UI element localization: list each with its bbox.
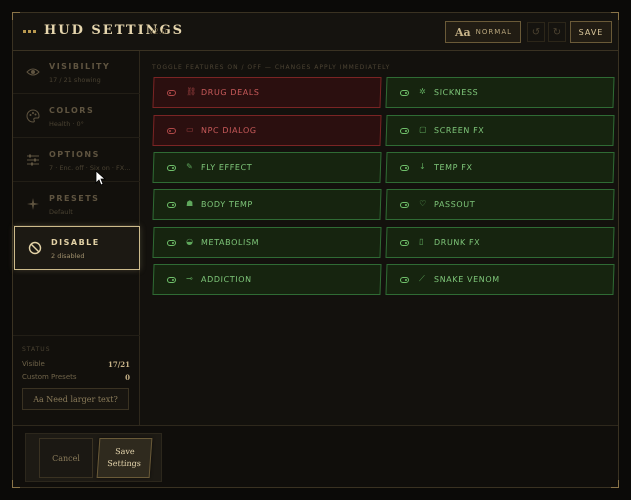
chat-icon: ▭ (185, 125, 194, 134)
sidebar-item-disable[interactable]: DISABLE 2 disabled (14, 226, 140, 270)
sidebar: VISIBILITY 17 / 21 showing COLORS Health… (13, 51, 140, 425)
larger-text-button[interactable]: Aa Need larger text? (22, 388, 129, 410)
sidebar-item-visibility[interactable]: VISIBILITY 17 / 21 showing (13, 51, 140, 94)
save-settings-line1: Save (114, 447, 136, 456)
sidebar-item-label: DISABLE (51, 238, 100, 247)
sidebar-item-label: PRESETS (49, 194, 100, 203)
feature-toggle-temp-fx[interactable]: ↓ TEMP FX (385, 152, 615, 183)
monitor-icon: ▢ (418, 125, 427, 134)
font-size-button[interactable]: Aa NORMAL (445, 21, 521, 43)
feature-label: NPC DIALOG (200, 126, 257, 135)
feather-icon: ✎ (185, 162, 193, 171)
feature-toggle-screen-fx[interactable]: ▢ SCREEN FX (385, 115, 615, 146)
sidebar-item-sub: 17 / 21 showing (49, 76, 101, 84)
sidebar-item-label: VISIBILITY (49, 62, 111, 71)
toggle-switch-icon (166, 165, 177, 171)
feature-label: SICKNESS (433, 88, 479, 97)
toggle-switch-icon (166, 277, 177, 283)
cancel-button[interactable]: Cancel (39, 438, 93, 478)
font-size-label: NORMAL (475, 28, 513, 36)
sidebar-item-label: OPTIONS (49, 150, 100, 159)
feature-toggle-drunk-fx[interactable]: ▯ DRUNK FX (385, 227, 615, 258)
save-settings-button[interactable]: Save Settings (96, 438, 153, 478)
thermometer-icon: ↓ (418, 162, 426, 171)
hud-settings-window: HUD SETTINGS v2.0 Aa NORMAL ↺ ↻ SAVE VIS… (12, 12, 619, 488)
feature-label: BODY TEMP (200, 200, 254, 209)
feature-toggle-addiction[interactable]: ⊸ ADDICTION (152, 264, 382, 295)
feature-toggle-fly-effect[interactable]: ✎ FLY EFFECT (152, 152, 382, 183)
status-row-custom-presets: Custom Presets 0 (22, 373, 130, 382)
header-bar: HUD SETTINGS v2.0 Aa NORMAL ↺ ↻ SAVE (13, 13, 618, 51)
sidebar-item-sub: 2 disabled (51, 252, 85, 260)
virus-icon: ✲ (418, 87, 426, 96)
pill-icon: ⊸ (185, 274, 193, 283)
toggle-switch-icon (166, 202, 177, 208)
sidebar-item-sub: Health · 0° (49, 120, 84, 128)
ban-icon (28, 241, 42, 255)
toggle-switch-icon (399, 128, 410, 134)
feature-label: SCREEN FX (433, 126, 485, 135)
footer-bar: Cancel Save Settings (13, 425, 618, 487)
eye-icon (26, 68, 40, 76)
toggle-switch-icon (166, 128, 177, 134)
redo-icon[interactable]: ↻ (548, 22, 566, 42)
sidebar-item-options[interactable]: OPTIONS 7 · Enc. off · Six on · FX... (13, 139, 140, 182)
feature-toggle-metabolism[interactable]: ◒ METABOLISM (152, 227, 382, 258)
status-label: Visible (22, 360, 45, 368)
feature-label: PASSOUT (433, 200, 476, 209)
person-icon: ☗ (185, 199, 194, 208)
sparkle-icon (27, 198, 39, 210)
sidebar-item-label: COLORS (49, 106, 95, 115)
bottle-icon: ▯ (418, 237, 424, 246)
feature-toggle-drug-deals[interactable]: ⛓ DRUG DEALS (152, 77, 382, 108)
undo-icon[interactable]: ↺ (527, 22, 545, 42)
toggle-switch-icon (399, 240, 410, 246)
sidebar-item-colors[interactable]: COLORS Health · 0° (13, 95, 140, 138)
toggle-switch-icon (166, 90, 177, 96)
link-icon: ⛓ (185, 87, 197, 96)
sidebar-item-sub: 7 · Enc. off · Six on · FX... (49, 164, 131, 172)
feature-toggle-sickness[interactable]: ✲ SICKNESS (385, 77, 615, 108)
status-panel: STATUS Visible 17/21 Custom Presets 0 Aa… (13, 335, 140, 410)
palette-icon (26, 109, 40, 123)
toggle-switch-icon (399, 277, 410, 283)
toggle-switch-icon (399, 90, 410, 96)
feature-toggle-body-temp[interactable]: ☗ BODY TEMP (152, 189, 382, 220)
status-row-visible: Visible 17/21 (22, 360, 130, 369)
version-label: v2.0 (149, 27, 167, 36)
stomach-icon: ◒ (185, 237, 194, 246)
syringe-icon: ⟋ (418, 274, 425, 283)
feature-label: METABOLISM (200, 238, 260, 247)
sidebar-item-sub: Default (49, 208, 73, 216)
toggle-switch-icon (399, 165, 410, 171)
feature-toggle-passout[interactable]: ♡ PASSOUT (385, 189, 615, 220)
toggle-hint: TOGGLE FEATURES ON / OFF — CHANGES APPLY… (152, 64, 391, 71)
sidebar-item-presets[interactable]: PRESETS Default (13, 183, 140, 226)
feature-toggle-snake-venom[interactable]: ⟋ SNAKE VENOM (385, 264, 615, 295)
status-label: Custom Presets (22, 373, 77, 381)
menu-dots-icon (23, 30, 36, 33)
feature-label: ADDICTION (200, 275, 252, 284)
feature-label: TEMP FX (433, 163, 473, 172)
status-title: STATUS (22, 346, 51, 353)
save-button[interactable]: SAVE (570, 21, 612, 43)
feature-label: DRUNK FX (433, 238, 481, 247)
font-size-icon: Aa (455, 25, 471, 39)
save-settings-line2: Settings (107, 459, 142, 468)
status-value: 17/21 (107, 360, 130, 369)
heart-icon: ♡ (418, 199, 427, 208)
mouse-cursor-icon (95, 170, 107, 186)
status-value: 0 (125, 373, 130, 382)
feature-label: FLY EFFECT (200, 163, 253, 172)
feature-label: SNAKE VENOM (433, 275, 500, 284)
sliders-icon (27, 154, 39, 166)
toggle-switch-icon (166, 240, 177, 246)
toggle-switch-icon (399, 202, 410, 208)
feature-label: DRUG DEALS (200, 88, 260, 97)
feature-toggle-npc-dialog[interactable]: ▭ NPC DIALOG (152, 115, 382, 146)
